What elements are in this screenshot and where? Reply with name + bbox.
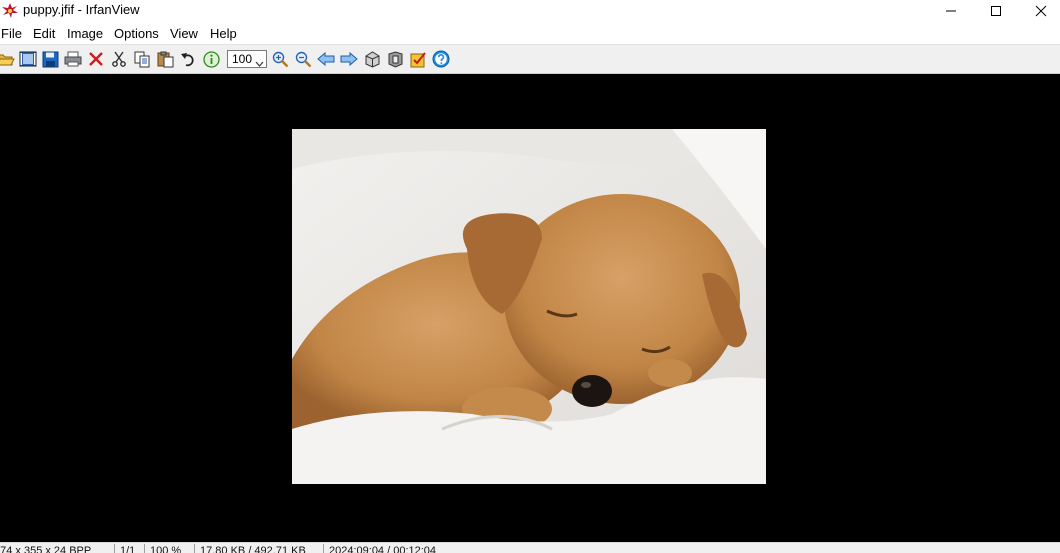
help-icon[interactable] — [431, 49, 451, 69]
cut-icon[interactable] — [109, 49, 129, 69]
zoom-select-value: 100 — [232, 52, 253, 66]
menu-view[interactable]: View — [170, 26, 198, 42]
toolbar: 100 — [0, 44, 1060, 74]
undo-icon[interactable] — [178, 49, 198, 69]
irfanview-icon — [1, 2, 19, 19]
image-canvas[interactable] — [0, 74, 1060, 542]
next-icon[interactable] — [339, 49, 359, 69]
maximize-button[interactable] — [973, 0, 1019, 22]
menu-edit[interactable]: Edit — [33, 26, 55, 42]
save-icon[interactable] — [40, 49, 60, 69]
menu-options[interactable]: Options — [114, 26, 159, 42]
slideshow-icon[interactable] — [362, 49, 382, 69]
minimize-button[interactable] — [928, 0, 974, 22]
copy-icon[interactable] — [132, 49, 152, 69]
menu-file[interactable]: File — [1, 26, 22, 42]
image-display — [292, 129, 766, 484]
zoom-select[interactable]: 100 — [227, 50, 267, 68]
open-icon[interactable] — [0, 49, 16, 69]
delete-icon[interactable] — [86, 49, 106, 69]
status-bar: 474 x 355 x 24 BPP 1/1 100 % 17.80 KB / … — [0, 542, 1060, 553]
info-icon[interactable] — [201, 49, 221, 69]
paste-icon[interactable] — [155, 49, 175, 69]
chevron-down-icon — [255, 55, 264, 70]
puppy-image — [292, 129, 766, 484]
zoom-out-icon[interactable] — [293, 49, 313, 69]
properties-icon[interactable] — [408, 49, 428, 69]
fullscreen-icon[interactable] — [385, 49, 405, 69]
window-title: puppy.jfif - IrfanView — [23, 2, 140, 17]
zoom-in-icon[interactable] — [270, 49, 290, 69]
thumbnails-icon[interactable] — [18, 49, 38, 69]
close-button[interactable] — [1018, 0, 1060, 22]
menu-bar: File Edit Image Options View Help — [0, 24, 1060, 44]
print-icon[interactable] — [63, 49, 83, 69]
previous-icon[interactable] — [316, 49, 336, 69]
menu-image[interactable]: Image — [67, 26, 103, 42]
menu-help[interactable]: Help — [210, 26, 237, 42]
title-bar: puppy.jfif - IrfanView — [0, 0, 1060, 22]
